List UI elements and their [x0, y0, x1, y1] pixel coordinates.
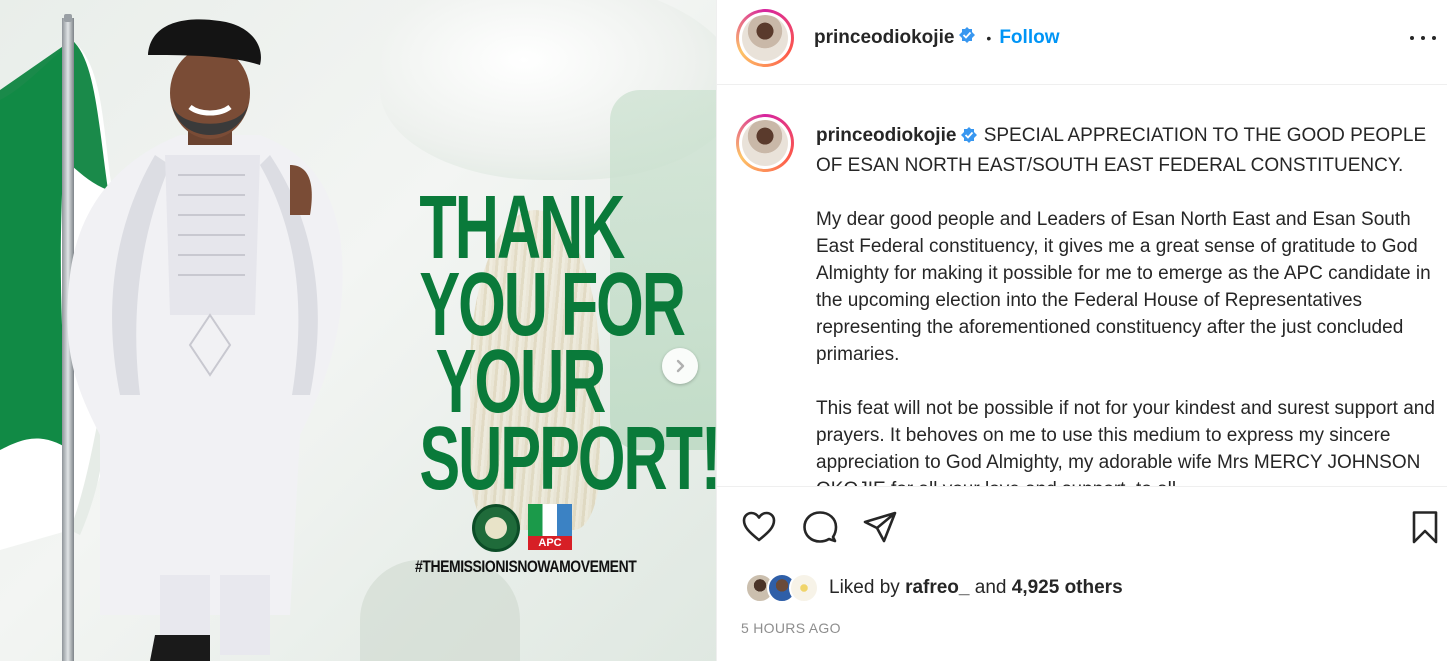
heart-icon	[742, 511, 776, 542]
caption-paragraph-2: My dear good people and Leaders of Esan …	[816, 209, 1431, 365]
caption-paragraph-1: princeodiokojie SPECIAL APPRECIATION TO …	[816, 122, 1436, 179]
caption-username[interactable]: princeodiokojie	[816, 125, 956, 146]
follow-button[interactable]: Follow	[999, 27, 1059, 49]
headline: THANK YOU FOR YOUR SUPPORT!	[419, 183, 716, 509]
image-hashtag: #THEMISSIONISNOWAMOVEMENT	[415, 557, 637, 576]
post-timestamp[interactable]: 5 HOURS AGO	[741, 620, 841, 636]
apc-logo: APC	[528, 504, 572, 552]
save-button[interactable]	[1407, 509, 1443, 545]
post-header: princeodiokojie • Follow	[717, 0, 1447, 85]
avatar[interactable]	[736, 9, 794, 67]
chevron-right-icon	[676, 359, 685, 373]
person-figure	[67, 19, 343, 661]
likes-text: Liked by rafreo_ and 4,925 others	[829, 577, 1123, 599]
header-username[interactable]: princeodiokojie	[814, 27, 954, 49]
separator-dot: •	[986, 29, 992, 46]
logos: APC	[472, 504, 572, 552]
likes-first-user[interactable]: rafreo_	[905, 577, 969, 598]
header-user-line: princeodiokojie • Follow	[814, 26, 1059, 49]
verified-icon	[958, 26, 976, 49]
share-icon	[863, 511, 897, 543]
caption-avatar[interactable]	[736, 114, 794, 172]
actions-section: Liked by rafreo_ and 4,925 others 5 HOUR…	[717, 486, 1447, 661]
post-image[interactable]: THANK YOU FOR YOUR SUPPORT! APC #THEMISS…	[0, 0, 716, 661]
post-sidebar: princeodiokojie • Follow princeodiokojie…	[716, 0, 1447, 661]
liker-avatars	[745, 573, 823, 603]
share-button[interactable]	[862, 509, 898, 545]
comments-section: princeodiokojie SPECIAL APPRECIATION TO …	[717, 86, 1447, 486]
caption-paragraph-3: This feat will not be possible if not fo…	[816, 398, 1435, 486]
likes-connector: and	[974, 577, 1007, 598]
likes-summary[interactable]: Liked by rafreo_ and 4,925 others	[745, 573, 1123, 603]
next-image-button[interactable]	[662, 348, 698, 384]
verified-icon	[960, 125, 978, 152]
comment-icon	[803, 511, 838, 543]
bookmark-icon	[1412, 511, 1438, 544]
caption-text: princeodiokojie SPECIAL APPRECIATION TO …	[816, 122, 1436, 486]
likes-others[interactable]: 4,925 others	[1012, 577, 1123, 598]
likes-prefix: Liked by	[829, 577, 900, 598]
comment-button[interactable]	[802, 509, 838, 545]
more-options-icon[interactable]	[1410, 28, 1436, 48]
apc-label: APC	[528, 536, 572, 550]
apc-flag-stripes	[528, 504, 572, 536]
like-button[interactable]	[741, 509, 777, 545]
headline-line-4: SUPPORT!	[419, 409, 716, 509]
house-of-reps-logo	[472, 504, 520, 552]
liker-avatar	[789, 573, 819, 603]
